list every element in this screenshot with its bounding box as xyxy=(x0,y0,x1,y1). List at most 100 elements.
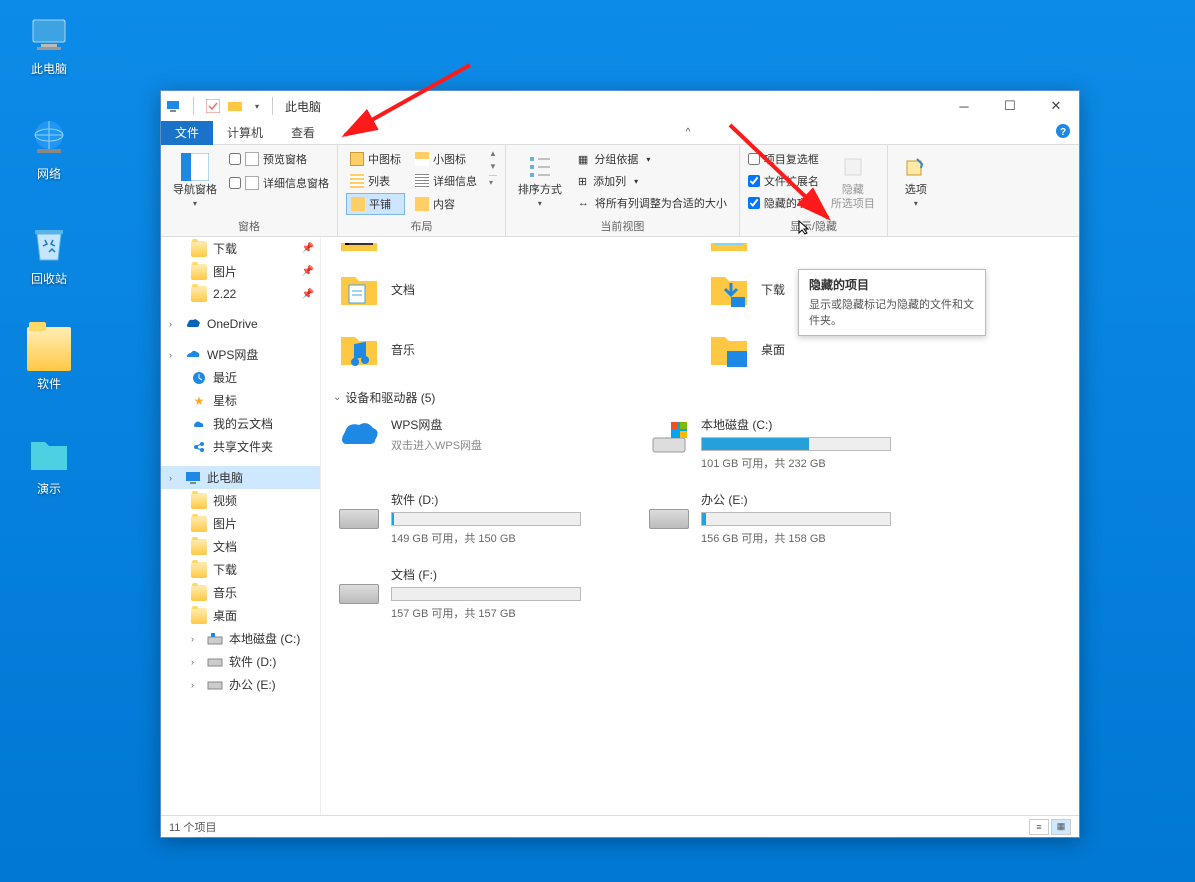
dropdown-icon[interactable]: ▾ xyxy=(248,97,266,115)
drive-icon xyxy=(207,654,223,670)
share-icon xyxy=(191,439,207,455)
chevron-right-icon[interactable]: › xyxy=(191,634,201,644)
downloads-folder-icon xyxy=(707,267,751,311)
layout-content[interactable]: 内容 xyxy=(411,193,481,215)
folder-icon xyxy=(191,585,207,601)
nav-pane-button[interactable]: 导航窗格 ▾ xyxy=(169,149,221,213)
drive-icon xyxy=(337,491,381,535)
group-by-button[interactable]: ▦分组依据▾ xyxy=(574,149,731,169)
fit-icon: ↔ xyxy=(578,197,589,209)
drive-c[interactable]: 本地磁盘 (C:) 101 GB 可用，共 232 GB xyxy=(643,412,923,475)
add-col-icon: ⊞ xyxy=(578,175,587,188)
nav-videos[interactable]: 视频 xyxy=(161,489,320,512)
layout-medium-icons[interactable]: 中图标 xyxy=(346,149,405,169)
pin-icon: 📌 xyxy=(302,243,314,254)
nav-desktop[interactable]: 桌面 xyxy=(161,604,320,627)
chevron-right-icon[interactable]: › xyxy=(169,473,179,483)
nav-thispc[interactable]: ›此电脑 xyxy=(161,466,320,489)
layout-details[interactable]: 详细信息 xyxy=(411,171,481,191)
ribbon-tabs: 文件 计算机 查看 ^ ? xyxy=(161,121,1079,145)
tiles-view-toggle[interactable]: ▦ xyxy=(1051,819,1071,835)
folder-icon xyxy=(27,432,71,476)
app-icon xyxy=(165,97,183,115)
options-button[interactable]: 选项 ▾ xyxy=(896,149,936,213)
drive-d[interactable]: 软件 (D:) 149 GB 可用，共 150 GB xyxy=(333,487,613,550)
desktop-folder-icon xyxy=(707,327,751,371)
new-folder-icon[interactable] xyxy=(226,97,244,115)
devices-drives-header[interactable]: ⌄ 设备和驱动器 (5) xyxy=(333,383,1067,412)
documents-folder-icon xyxy=(337,267,381,311)
cloud-icon xyxy=(191,416,207,432)
medium-icon-glyph xyxy=(350,152,364,166)
nav-pictures2[interactable]: 图片 xyxy=(161,512,320,535)
folder-icon xyxy=(191,264,207,280)
folder-icon xyxy=(191,608,207,624)
nav-pictures[interactable]: 图片📌 xyxy=(161,260,320,283)
drive-wps[interactable]: WPS网盘 双击进入WPS网盘 xyxy=(333,412,613,475)
drive-f[interactable]: 文档 (F:) 157 GB 可用，共 157 GB xyxy=(333,562,613,625)
chevron-right-icon[interactable]: › xyxy=(191,680,201,690)
pin-icon: 📌 xyxy=(302,266,314,277)
options-icon xyxy=(900,151,932,183)
preview-pane-icon xyxy=(245,152,259,166)
desktop-icon-software[interactable]: 软件 xyxy=(14,327,84,392)
help-icon[interactable]: ? xyxy=(1055,123,1071,142)
clock-icon xyxy=(191,370,207,386)
close-button[interactable]: ✕ xyxy=(1033,91,1079,121)
nav-downloads[interactable]: 下载📌 xyxy=(161,237,320,260)
folder-videos-partial[interactable] xyxy=(333,243,583,255)
folder-music[interactable]: 音乐 xyxy=(333,323,583,375)
layout-small-icons[interactable]: 小图标 xyxy=(411,149,481,169)
drive-e[interactable]: 办公 (E:) 156 GB 可用，共 158 GB xyxy=(643,487,923,550)
tooltip-hidden-items: 隐藏的项目 显示或隐藏标记为隐藏的文件和文件夹。 xyxy=(798,269,986,336)
nav-drive-c[interactable]: ›本地磁盘 (C:) xyxy=(161,627,320,650)
desktop-icon-demo[interactable]: 演示 xyxy=(14,432,84,497)
nav-documents[interactable]: 文档 xyxy=(161,535,320,558)
chevron-right-icon[interactable]: › xyxy=(191,657,201,667)
expand-icon[interactable]: ▾ xyxy=(489,175,497,187)
scroll-up-icon[interactable]: ▲ xyxy=(489,149,497,158)
svg-text:?: ? xyxy=(1060,127,1066,138)
capacity-bar xyxy=(391,587,581,601)
desktop-icon-recycle[interactable]: 回收站 xyxy=(14,222,84,287)
layout-list[interactable]: 列表 xyxy=(346,171,405,191)
nav-drive-e[interactable]: ›办公 (E:) xyxy=(161,673,320,696)
nav-wps[interactable]: ›WPS网盘 xyxy=(161,343,320,366)
nav-music[interactable]: 音乐 xyxy=(161,581,320,604)
pc-icon xyxy=(27,12,71,56)
folder-pictures-partial[interactable] xyxy=(703,243,953,255)
folder-icon xyxy=(191,516,207,532)
maximize-button[interactable]: ☐ xyxy=(987,91,1033,121)
item-count: 11 个项目 xyxy=(169,819,216,835)
tiles-icon-glyph xyxy=(351,197,365,211)
fit-columns-button[interactable]: ↔将所有列调整为合适的大小 xyxy=(574,193,731,213)
chevron-right-icon[interactable]: › xyxy=(169,319,179,329)
details-pane-checkbox[interactable]: 详细信息窗格 xyxy=(229,173,329,193)
sort-button[interactable]: 排序方式 ▾ xyxy=(514,149,566,213)
desktop-icon-network[interactable]: 网络 xyxy=(14,117,84,182)
nav-onedrive[interactable]: ›OneDrive xyxy=(161,313,320,335)
nav-222[interactable]: 2.22📌 xyxy=(161,283,320,305)
annotation-arrow-2 xyxy=(720,120,880,230)
nav-downloads2[interactable]: 下载 xyxy=(161,558,320,581)
nav-drive-d[interactable]: ›软件 (D:) xyxy=(161,650,320,673)
details-view-toggle[interactable]: ≡ xyxy=(1029,819,1049,835)
minimize-button[interactable]: ─ xyxy=(941,91,987,121)
tab-computer[interactable]: 计算机 xyxy=(213,121,277,145)
desktop-icon-thispc[interactable]: 此电脑 xyxy=(14,12,84,77)
nav-shared[interactable]: 共享文件夹 xyxy=(161,435,320,458)
expand-ribbon-icon[interactable]: ^ xyxy=(686,127,691,138)
scroll-down-icon[interactable]: ▼ xyxy=(489,162,497,171)
chevron-right-icon[interactable]: › xyxy=(169,350,179,360)
nav-starred[interactable]: ★星标 xyxy=(161,389,320,412)
tab-file[interactable]: 文件 xyxy=(161,121,213,145)
layout-tiles[interactable]: 平铺 xyxy=(346,193,405,215)
navigation-pane: 下载📌 图片📌 2.22📌 ›OneDrive ›WPS网盘 最近 ★星标 我的… xyxy=(161,237,321,815)
folder-documents[interactable]: 文档 xyxy=(333,263,583,315)
nav-recent[interactable]: 最近 xyxy=(161,366,320,389)
group-icon: ▦ xyxy=(578,153,588,166)
properties-icon[interactable] xyxy=(204,97,222,115)
add-columns-button[interactable]: ⊞添加列▾ xyxy=(574,171,731,191)
nav-cloud-docs[interactable]: 我的云文档 xyxy=(161,412,320,435)
preview-pane-checkbox[interactable]: 预览窗格 xyxy=(229,149,329,169)
